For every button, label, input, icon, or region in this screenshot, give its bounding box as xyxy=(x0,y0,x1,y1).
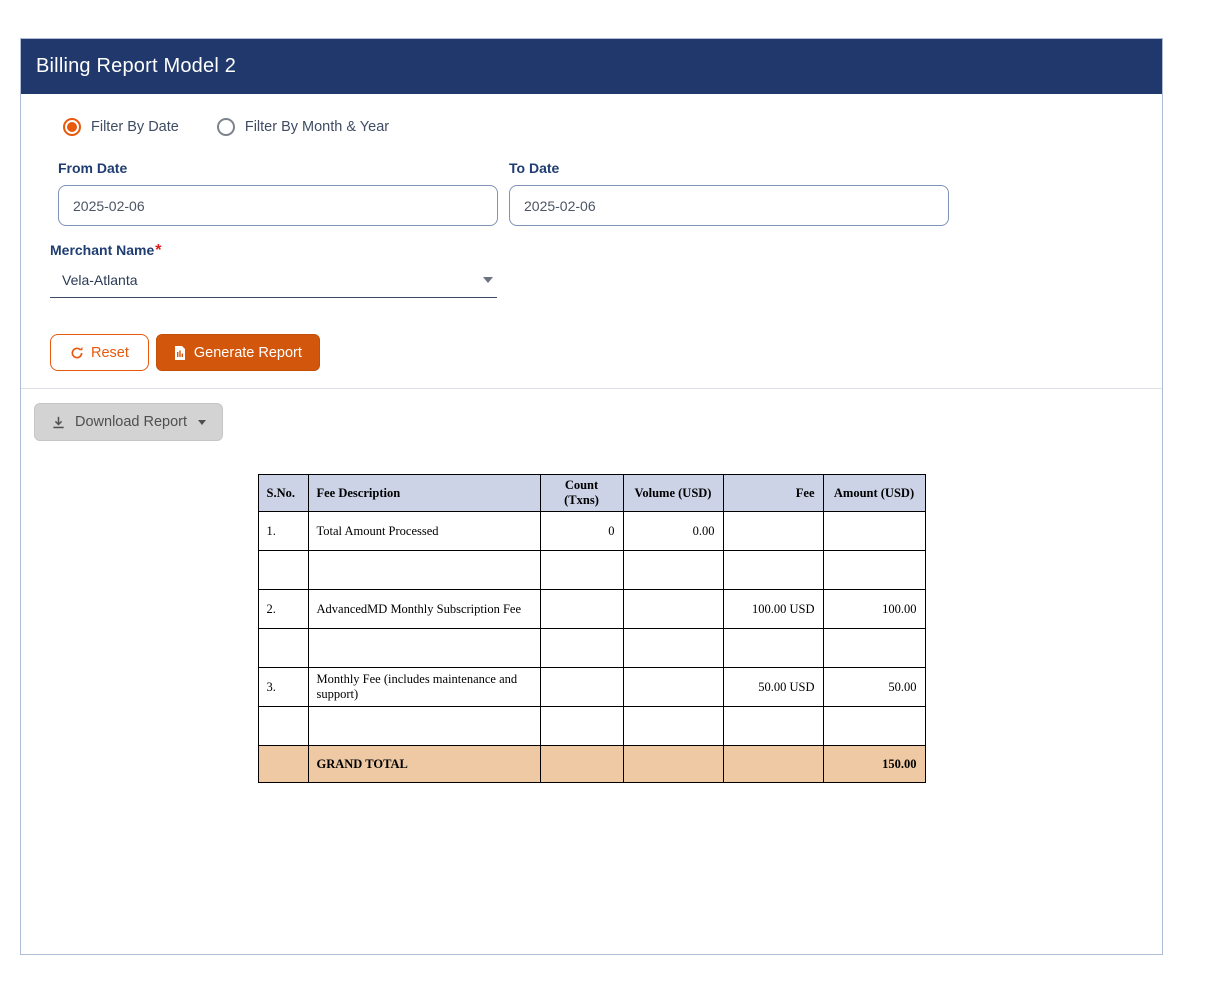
cell-count xyxy=(540,668,623,707)
cell-fee: 100.00 USD xyxy=(723,590,823,629)
cell-desc: Total Amount Processed xyxy=(308,512,540,551)
merchant-label: Merchant Name xyxy=(50,242,154,258)
filter-mode-row: Filter By Date Filter By Month & Year xyxy=(63,118,1162,136)
cell-volume xyxy=(623,668,723,707)
cell-volume xyxy=(623,746,723,783)
grand-total-label: GRAND TOTAL xyxy=(308,746,540,783)
action-buttons-row: Reset Generate Report xyxy=(50,334,1162,371)
col-header-amount: Amount (USD) xyxy=(823,475,925,512)
cell-volume xyxy=(623,590,723,629)
filter-by-month-option[interactable]: Filter By Month & Year xyxy=(217,118,389,136)
cell-amount: 100.00 xyxy=(823,590,925,629)
billing-report-card: Billing Report Model 2 Filter By Date Fi… xyxy=(20,38,1163,955)
table-row: 1. Total Amount Processed 0 0.00 xyxy=(258,512,925,551)
download-button-label: Download Report xyxy=(75,414,187,430)
table-row xyxy=(258,551,925,590)
fee-table-header-row: S.No. Fee Description Count (Txns) Volum… xyxy=(258,475,925,512)
cell-sno: 1. xyxy=(258,512,308,551)
from-date-input[interactable] xyxy=(58,185,498,226)
cell-amount xyxy=(823,551,925,590)
cell-sno: 2. xyxy=(258,590,308,629)
col-header-sno: S.No. xyxy=(258,475,308,512)
cell-sno: 3. xyxy=(258,668,308,707)
merchant-select[interactable]: Vela-Atlanta xyxy=(50,272,497,298)
fee-table-body: 1. Total Amount Processed 0 0.00 2. xyxy=(258,512,925,783)
cell-fee xyxy=(723,512,823,551)
section-divider xyxy=(21,388,1162,389)
reset-icon xyxy=(70,346,84,360)
cell-count xyxy=(540,629,623,668)
filter-by-date-label[interactable]: Filter By Date xyxy=(91,119,179,135)
table-row: 2. AdvancedMD Monthly Subscription Fee 1… xyxy=(258,590,925,629)
filter-by-month-label[interactable]: Filter By Month & Year xyxy=(245,119,389,135)
cell-sno xyxy=(258,551,308,590)
caret-down-icon xyxy=(198,420,206,425)
cell-fee xyxy=(723,746,823,783)
generate-report-button[interactable]: Generate Report xyxy=(156,334,320,371)
cell-volume xyxy=(623,551,723,590)
col-header-count: Count (Txns) xyxy=(540,475,623,512)
to-date-field: To Date xyxy=(509,160,949,226)
cell-sno xyxy=(258,746,308,783)
download-report-button[interactable]: Download Report xyxy=(34,403,223,441)
cell-amount xyxy=(823,707,925,746)
fee-table: S.No. Fee Description Count (Txns) Volum… xyxy=(258,474,926,783)
cell-volume xyxy=(623,629,723,668)
col-header-desc: Fee Description xyxy=(308,475,540,512)
date-fields-row: From Date To Date xyxy=(58,160,1162,226)
page-title: Billing Report Model 2 xyxy=(36,55,236,78)
cell-count xyxy=(540,707,623,746)
cell-fee xyxy=(723,551,823,590)
card-body: Filter By Date Filter By Month & Year Fr… xyxy=(21,94,1162,783)
cell-sno xyxy=(258,707,308,746)
table-row: 3. Monthly Fee (includes maintenance and… xyxy=(258,668,925,707)
download-icon xyxy=(51,415,66,430)
report-icon xyxy=(174,346,186,360)
col-header-fee: Fee xyxy=(723,475,823,512)
reset-button[interactable]: Reset xyxy=(50,334,149,371)
table-row xyxy=(258,707,925,746)
cell-desc: AdvancedMD Monthly Subscription Fee xyxy=(308,590,540,629)
cell-amount: 50.00 xyxy=(823,668,925,707)
from-date-label: From Date xyxy=(58,160,498,176)
grand-total-amount: 150.00 xyxy=(823,746,925,783)
cell-desc xyxy=(308,551,540,590)
table-row xyxy=(258,629,925,668)
from-date-field: From Date xyxy=(58,160,498,226)
cell-volume: 0.00 xyxy=(623,512,723,551)
cell-sno xyxy=(258,629,308,668)
cell-desc: Monthly Fee (includes maintenance and su… xyxy=(308,668,540,707)
page-header: Billing Report Model 2 xyxy=(21,39,1162,94)
filter-by-month-radio[interactable] xyxy=(217,118,235,136)
cell-count xyxy=(540,746,623,783)
cell-fee xyxy=(723,707,823,746)
generate-button-label: Generate Report xyxy=(194,345,302,361)
reset-button-label: Reset xyxy=(91,345,129,361)
cell-volume xyxy=(623,707,723,746)
dropdown-arrow-icon xyxy=(483,277,493,283)
cell-count xyxy=(540,590,623,629)
filter-by-date-option[interactable]: Filter By Date xyxy=(63,118,179,136)
merchant-field: Merchant Name* Vela-Atlanta xyxy=(50,242,497,298)
cell-amount xyxy=(823,512,925,551)
required-asterisk: * xyxy=(155,242,161,259)
cell-fee: 50.00 USD xyxy=(723,668,823,707)
merchant-selected-value: Vela-Atlanta xyxy=(62,272,138,288)
to-date-label: To Date xyxy=(509,160,949,176)
cell-count xyxy=(540,551,623,590)
col-header-volume: Volume (USD) xyxy=(623,475,723,512)
to-date-input[interactable] xyxy=(509,185,949,226)
cell-desc xyxy=(308,629,540,668)
cell-amount xyxy=(823,629,925,668)
cell-fee xyxy=(723,629,823,668)
grand-total-row: GRAND TOTAL 150.00 xyxy=(258,746,925,783)
cell-count: 0 xyxy=(540,512,623,551)
filter-by-date-radio[interactable] xyxy=(63,118,81,136)
cell-desc xyxy=(308,707,540,746)
